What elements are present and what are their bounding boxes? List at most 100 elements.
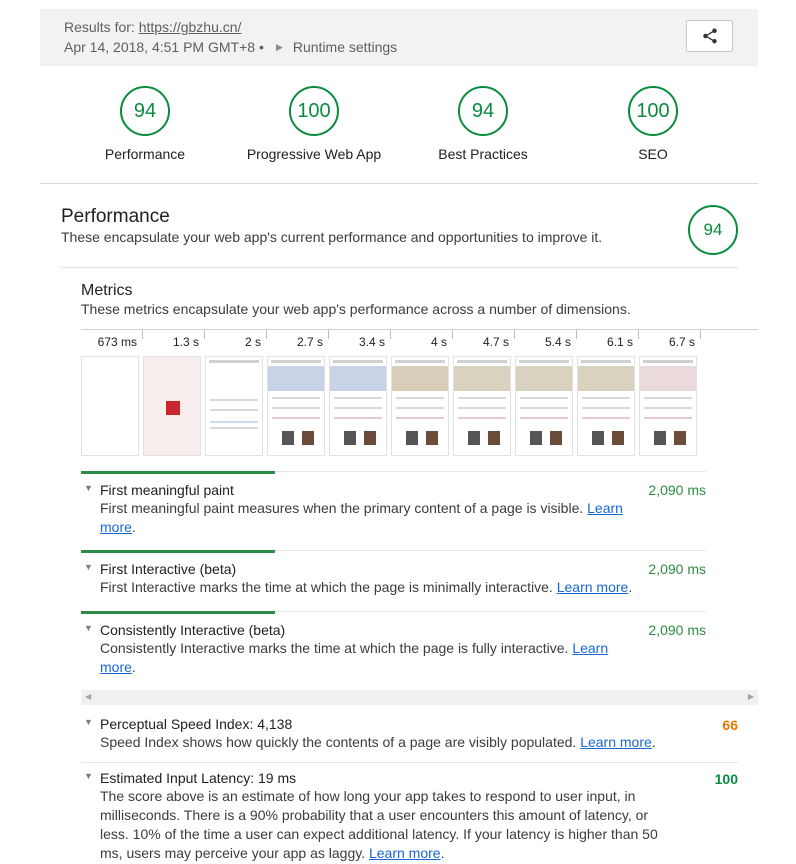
section-title: Performance <box>61 206 170 227</box>
frame-time: 2.7 s <box>296 335 323 349</box>
audit-description-text: First Interactive marks the time at whic… <box>100 579 553 595</box>
frame-time: 1.3 s <box>172 335 199 349</box>
frame-thumbnail <box>391 356 449 456</box>
audit-score-bar <box>81 471 275 474</box>
audit-description: The score above is an estimate of how lo… <box>100 788 658 861</box>
filmstrip: 673 ms 1.3 s 2 s 2.7 s 3.4 s 4 s 4.7 s 5… <box>81 329 758 459</box>
audit-first-meaningful-paint[interactable]: ▼ First meaningful paint First meaningfu… <box>81 471 706 549</box>
expand-triangle-icon[interactable]: ▼ <box>84 623 93 633</box>
divider <box>61 267 738 268</box>
frame-thumbnail <box>515 356 573 456</box>
audit-estimated-input-latency[interactable]: ▼ Estimated Input Latency: 19 ms The sco… <box>81 762 738 862</box>
gauge-score: 94 <box>458 86 508 136</box>
filmstrip-frame: 6.1 s <box>577 330 639 458</box>
gauge-score: 94 <box>120 86 170 136</box>
audit-value: 2,090 ms <box>648 622 706 638</box>
gauge-pwa[interactable]: 100 Progressive Web App <box>234 86 394 162</box>
audit-score-bar <box>81 611 275 614</box>
frame-time: 2 s <box>244 335 261 349</box>
audit-value: 2,090 ms <box>648 561 706 577</box>
metrics-title: Metrics <box>81 282 133 299</box>
learn-more-link[interactable]: Learn more <box>369 845 441 861</box>
gauge-seo[interactable]: 100 SEO <box>573 86 733 162</box>
share-icon <box>702 28 717 44</box>
frame-time: 4 s <box>430 335 447 349</box>
share-button[interactable] <box>686 20 733 52</box>
results-prefix: Results for: <box>64 19 139 35</box>
report-meta: Apr 14, 2018, 4:51 PM GMT+8 • ▶ Runtime set… <box>64 39 397 55</box>
frame-thumbnail <box>267 356 325 456</box>
expand-triangle-icon[interactable]: ▼ <box>84 717 93 727</box>
scroll-left-arrow-icon[interactable]: ◀ <box>85 692 91 701</box>
separator-dot: • <box>259 39 264 55</box>
horizontal-scrollbar[interactable]: ◀ ▶ <box>81 690 758 705</box>
divider <box>81 762 738 763</box>
gauge-label: Performance <box>104 146 186 162</box>
filmstrip-frame: 2 s <box>205 330 267 458</box>
frame-thumbnail <box>639 356 697 456</box>
filmstrip-frame: 1.3 s <box>143 330 205 458</box>
audit-title: Perceptual Speed Index: 4,138 <box>100 716 293 732</box>
audit-description: First meaningful paint measures when the… <box>100 500 623 535</box>
results-url-link[interactable]: https://gbzhu.cn/ <box>139 19 242 35</box>
gauge-performance[interactable]: 94 Performance <box>65 86 225 162</box>
audit-score: 100 <box>714 771 738 787</box>
frame-time: 6.7 s <box>668 335 695 349</box>
results-for-line: Results for: https://gbzhu.cn/ <box>64 19 241 35</box>
gauge-best-practices[interactable]: 94 Best Practices <box>403 86 563 162</box>
audit-perceptual-speed-index[interactable]: ▼ Perceptual Speed Index: 4,138 Speed In… <box>81 706 738 762</box>
frame-time: 3.4 s <box>358 335 385 349</box>
report-datetime: Apr 14, 2018, 4:51 PM GMT+8 <box>64 39 256 55</box>
frame-tick <box>700 330 701 339</box>
filmstrip-frame: 673 ms <box>81 330 143 458</box>
audit-title: First meaningful paint <box>100 482 234 498</box>
frame-thumbnail <box>205 356 263 456</box>
metrics-description: These metrics encapsulate your web app's… <box>81 301 631 317</box>
gauge-label: Progressive Web App <box>246 146 382 162</box>
frame-time: 4.7 s <box>482 335 509 349</box>
audit-value: 2,090 ms <box>648 482 706 498</box>
frame-thumbnail <box>577 356 635 456</box>
learn-more-link[interactable]: Learn more <box>580 734 652 750</box>
frame-time: 673 ms <box>97 335 137 349</box>
audit-description: First Interactive marks the time at whic… <box>100 579 633 595</box>
audit-score: 66 <box>722 717 738 733</box>
audit-score-bar <box>81 550 275 553</box>
filmstrip-frame: 5.4 s <box>515 330 577 458</box>
divider <box>40 183 758 184</box>
audit-description: Consistently Interactive marks the time … <box>100 640 609 675</box>
frame-thumbnail <box>81 356 139 456</box>
expand-triangle-icon[interactable]: ▼ <box>84 771 93 781</box>
expand-triangle-icon[interactable]: ▼ <box>84 562 93 572</box>
section-score-gauge: 94 <box>688 205 738 255</box>
gauge-label: Best Practices <box>438 146 528 162</box>
frame-time: 5.4 s <box>544 335 571 349</box>
section-description: These encapsulate your web app's current… <box>61 229 603 245</box>
audit-description-text: Speed Index shows how quickly the conten… <box>100 734 577 750</box>
audit-description-text: First meaningful paint measures when the… <box>100 500 584 516</box>
audit-title: Consistently Interactive (beta) <box>100 622 286 638</box>
audit-first-interactive[interactable]: ▼ First Interactive (beta) First Interac… <box>81 550 706 610</box>
audit-consistently-interactive[interactable]: ▼ Consistently Interactive (beta) Consis… <box>81 611 706 689</box>
frame-thumbnail <box>329 356 387 456</box>
expand-triangle-icon[interactable]: ▶ <box>276 42 283 53</box>
filmstrip-frame: 4.7 s <box>453 330 515 458</box>
scroll-right-arrow-icon[interactable]: ▶ <box>748 692 754 701</box>
frame-time: 6.1 s <box>606 335 633 349</box>
learn-more-link[interactable]: Learn more <box>557 579 629 595</box>
gauge-score: 100 <box>289 86 339 136</box>
frame-thumbnail <box>143 356 201 456</box>
audit-description: Speed Index shows how quickly the conten… <box>100 734 656 750</box>
runtime-settings-toggle[interactable]: Runtime settings <box>293 39 397 55</box>
gauge-score: 100 <box>628 86 678 136</box>
audit-title: First Interactive (beta) <box>100 561 237 577</box>
filmstrip-frame: 4 s <box>391 330 453 458</box>
gauge-label: SEO <box>638 146 668 162</box>
audit-description-text: Consistently Interactive marks the time … <box>100 640 569 656</box>
frame-thumbnail <box>453 356 511 456</box>
expand-triangle-icon[interactable]: ▼ <box>84 483 93 493</box>
report-header: Results for: https://gbzhu.cn/ Apr 14, 2… <box>40 9 758 66</box>
audit-title: Estimated Input Latency: 19 ms <box>100 770 297 786</box>
filmstrip-frame: 6.7 s <box>639 330 701 458</box>
filmstrip-frame: 2.7 s <box>267 330 329 458</box>
